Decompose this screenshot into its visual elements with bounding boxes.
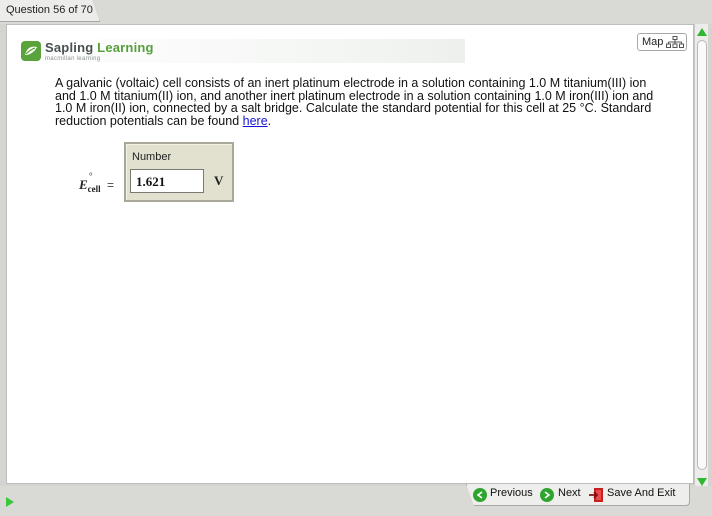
question-counter-label: Question 56 of 70 [6,4,93,16]
sapling-leaf-icon [21,41,41,61]
vertical-scrollbar[interactable] [694,24,708,492]
brand-name-part2: Learning [97,40,154,55]
map-button[interactable]: Map [637,33,687,51]
ecell-degree: ° [89,171,93,181]
answer-unit: V [214,173,224,188]
question-counter-tab: Question 56 of 70 [0,0,100,22]
reduction-potentials-link[interactable]: here [243,114,268,128]
ecell-subscript: cell [87,184,101,194]
brand-subtitle: macmillan learning [45,56,101,62]
question-text: A galvanic (voltaic) cell consists of an… [55,77,667,127]
question-panel: Sapling Learning macmillan learning Map … [6,24,694,484]
question-body: A galvanic (voltaic) cell consists of an… [55,76,654,128]
answer-caption: Number [132,151,172,163]
brand-name-part1: Sapling [45,40,94,55]
scroll-thumb[interactable] [697,40,707,470]
previous-arrow-icon[interactable] [473,488,487,502]
brand-name: Sapling Learning [45,40,154,55]
play-arrow-icon[interactable] [6,497,14,507]
ecell-letter: E [79,177,88,192]
next-arrow-icon[interactable] [540,488,554,502]
sitemap-icon [666,36,684,48]
scroll-down-arrow-icon[interactable] [697,478,707,486]
sapling-logo: Sapling Learning macmillan learning [19,39,465,63]
navigation-bar: Previous Next Save And Exit [466,484,690,506]
scroll-up-arrow-icon[interactable] [697,28,707,36]
ecell-symbol: E ° cell [79,171,101,194]
question-end: . [267,113,272,128]
save-and-exit-button[interactable]: Save And Exit [607,487,676,499]
previous-button[interactable]: Previous [490,487,533,499]
save-exit-icon[interactable] [588,487,604,503]
answer-number-input[interactable]: 1.621 [130,169,204,193]
equals-sign: = [107,178,115,192]
top-strip [0,0,712,24]
map-button-label: Map [642,36,664,48]
next-button[interactable]: Next [558,487,581,499]
answer-module: Number 1.621 V [124,142,234,202]
